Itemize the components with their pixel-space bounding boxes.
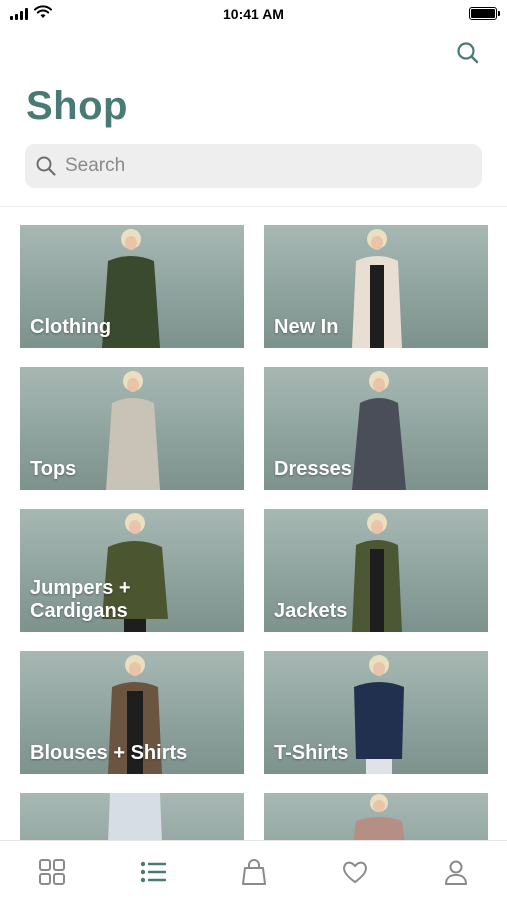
model-photo: [354, 655, 404, 774]
search-icon: [36, 156, 56, 176]
battery-icon: [469, 7, 500, 20]
outfit: [354, 682, 404, 759]
tab-shop[interactable]: [136, 855, 170, 889]
search-bar[interactable]: [25, 144, 482, 188]
model-photo: [352, 371, 406, 490]
tab-home[interactable]: [35, 855, 69, 889]
category-tile-new-in[interactable]: New In: [264, 225, 488, 348]
tab-bar: [0, 840, 507, 900]
category-grid: Clothing New In Tops Dresses Jumpers + C…: [20, 225, 488, 840]
page-title: Shop: [26, 84, 128, 128]
search-input[interactable]: [65, 155, 445, 177]
model-photo: [353, 794, 405, 840]
status-bar: 10:41 AM: [0, 0, 507, 30]
grid-icon: [39, 859, 65, 885]
bag-icon: [242, 859, 266, 885]
category-tile-jumpers-cardigans[interactable]: Jumpers + Cardigans: [20, 509, 244, 632]
category-label: T-Shirts: [274, 742, 349, 764]
tab-bag[interactable]: [237, 855, 271, 889]
model-photo: [108, 793, 162, 840]
outfit: [352, 398, 406, 490]
tab-favourites[interactable]: [338, 855, 372, 889]
category-label: Jackets: [274, 600, 348, 622]
heart-icon: [343, 861, 367, 883]
category-tile-jackets[interactable]: Jackets: [264, 509, 488, 632]
category-tile-t-shirts[interactable]: T-Shirts: [264, 651, 488, 774]
category-label: Tops: [30, 458, 77, 480]
category-tile-dresses[interactable]: Dresses: [264, 367, 488, 490]
category-label: Jumpers + Cardigans: [30, 577, 131, 622]
tab-profile[interactable]: [439, 855, 473, 889]
outfit: [106, 398, 160, 490]
search-icon: [457, 42, 479, 64]
profile-icon: [445, 860, 467, 885]
model-photo: [352, 229, 402, 348]
list-icon: [140, 861, 167, 883]
category-label: Dresses: [274, 458, 352, 480]
outfit: [108, 793, 162, 840]
category-label: Clothing: [30, 316, 112, 338]
divider: [0, 206, 507, 207]
search-button[interactable]: [455, 40, 481, 66]
category-tile-blouses-shirts[interactable]: Blouses + Shirts: [20, 651, 244, 774]
category-tile-partial-2[interactable]: [264, 793, 488, 840]
category-label: New In: [274, 316, 339, 338]
outfit: [353, 817, 405, 840]
category-label: Blouses + Shirts: [30, 742, 188, 764]
status-time: 10:41 AM: [223, 6, 284, 22]
category-tile-tops[interactable]: Tops: [20, 367, 244, 490]
model-photo: [352, 513, 402, 632]
model-photo: [106, 371, 160, 490]
category-tile-clothing[interactable]: Clothing: [20, 225, 244, 348]
category-tile-partial-1[interactable]: [20, 793, 244, 840]
